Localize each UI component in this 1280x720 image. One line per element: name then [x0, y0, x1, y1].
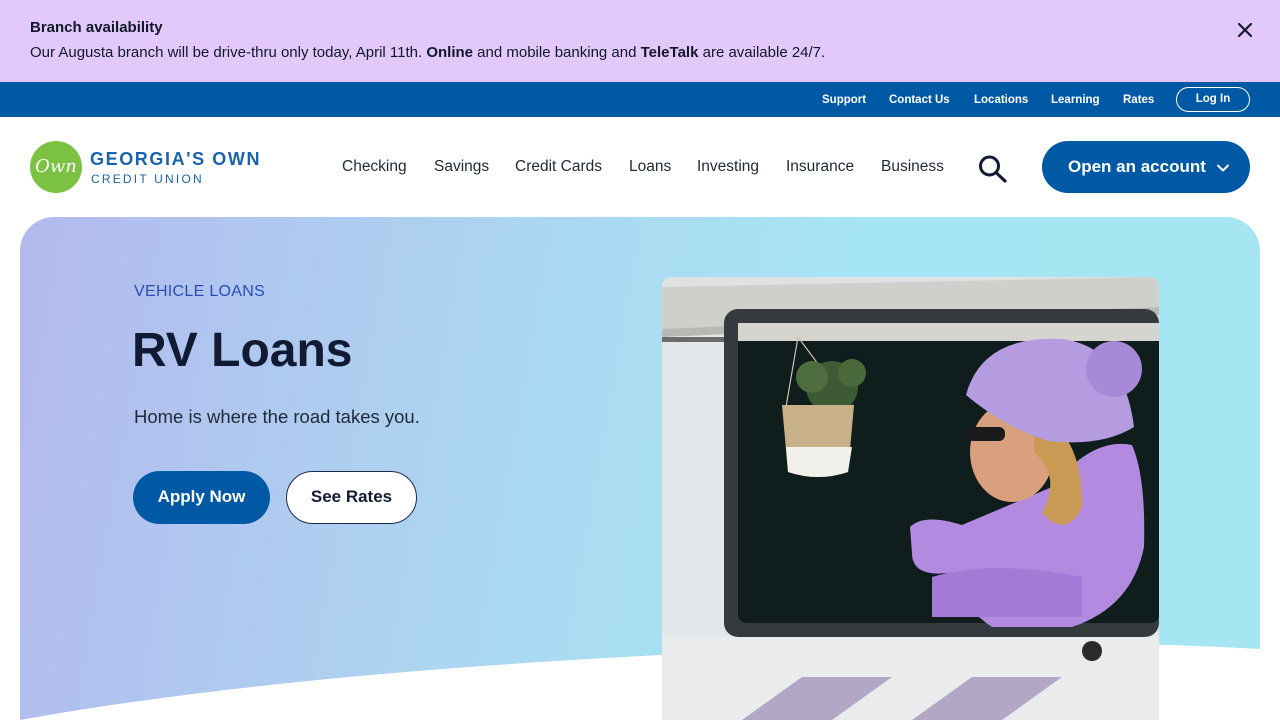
- open-account-button[interactable]: Open an account: [1042, 141, 1250, 193]
- utility-link-contact-us[interactable]: Contact Us: [889, 94, 950, 106]
- main-header: Own GEORGIA'S OWN CREDIT UNION Checking …: [0, 117, 1280, 217]
- alert-message-text: are available 24/7.: [698, 44, 826, 61]
- alert-message-text: Our Augusta branch will be drive-thru on…: [30, 44, 427, 61]
- alert-online-link[interactable]: Online: [426, 44, 473, 61]
- logo-mark: Own: [30, 141, 82, 193]
- nav-item-insurance[interactable]: Insurance: [786, 158, 854, 176]
- utility-bar: Support Contact Us Locations Learning Ra…: [0, 82, 1280, 117]
- login-button[interactable]: Log In: [1176, 87, 1250, 112]
- nav-item-investing[interactable]: Investing: [697, 158, 759, 176]
- alert-teletalk-link[interactable]: TeleTalk: [641, 44, 699, 61]
- alert-message: Our Augusta branch will be drive-thru on…: [30, 44, 825, 61]
- search-icon[interactable]: [977, 154, 1009, 184]
- hero-subtitle: Home is where the road takes you.: [134, 406, 420, 427]
- utility-link-support[interactable]: Support: [822, 94, 866, 106]
- alert-banner: Branch availability Our Augusta branch w…: [0, 0, 1280, 82]
- see-rates-button[interactable]: See Rates: [286, 471, 417, 524]
- utility-link-locations[interactable]: Locations: [974, 94, 1028, 106]
- logo[interactable]: Own GEORGIA'S OWN CREDIT UNION: [30, 141, 280, 195]
- nav-item-loans[interactable]: Loans: [629, 158, 671, 176]
- apply-now-button[interactable]: Apply Now: [133, 471, 270, 524]
- nav-item-credit-cards[interactable]: Credit Cards: [515, 158, 602, 176]
- close-icon[interactable]: [1234, 19, 1256, 41]
- logo-mark-text: Own: [35, 156, 77, 177]
- hero-eyebrow: VEHICLE LOANS: [134, 283, 266, 300]
- hero-section: VEHICLE LOANS RV Loans Home is where the…: [20, 217, 1260, 720]
- hero-photo: [662, 277, 1159, 720]
- logo-name: GEORGIA'S OWN: [90, 149, 262, 169]
- alert-message-text: and mobile banking and: [473, 44, 641, 61]
- open-account-label: Open an account: [1068, 157, 1206, 176]
- chevron-down-icon: [1216, 160, 1230, 174]
- nav-item-business[interactable]: Business: [881, 158, 944, 176]
- nav-item-savings[interactable]: Savings: [434, 158, 489, 176]
- utility-link-rates[interactable]: Rates: [1123, 94, 1154, 106]
- alert-title: Branch availability: [30, 19, 163, 36]
- utility-link-learning[interactable]: Learning: [1051, 94, 1100, 106]
- rv-photo-illustration: [662, 277, 1159, 720]
- logo-subname: CREDIT UNION: [91, 172, 204, 186]
- nav-item-checking[interactable]: Checking: [342, 158, 407, 176]
- page-title: RV Loans: [132, 324, 353, 377]
